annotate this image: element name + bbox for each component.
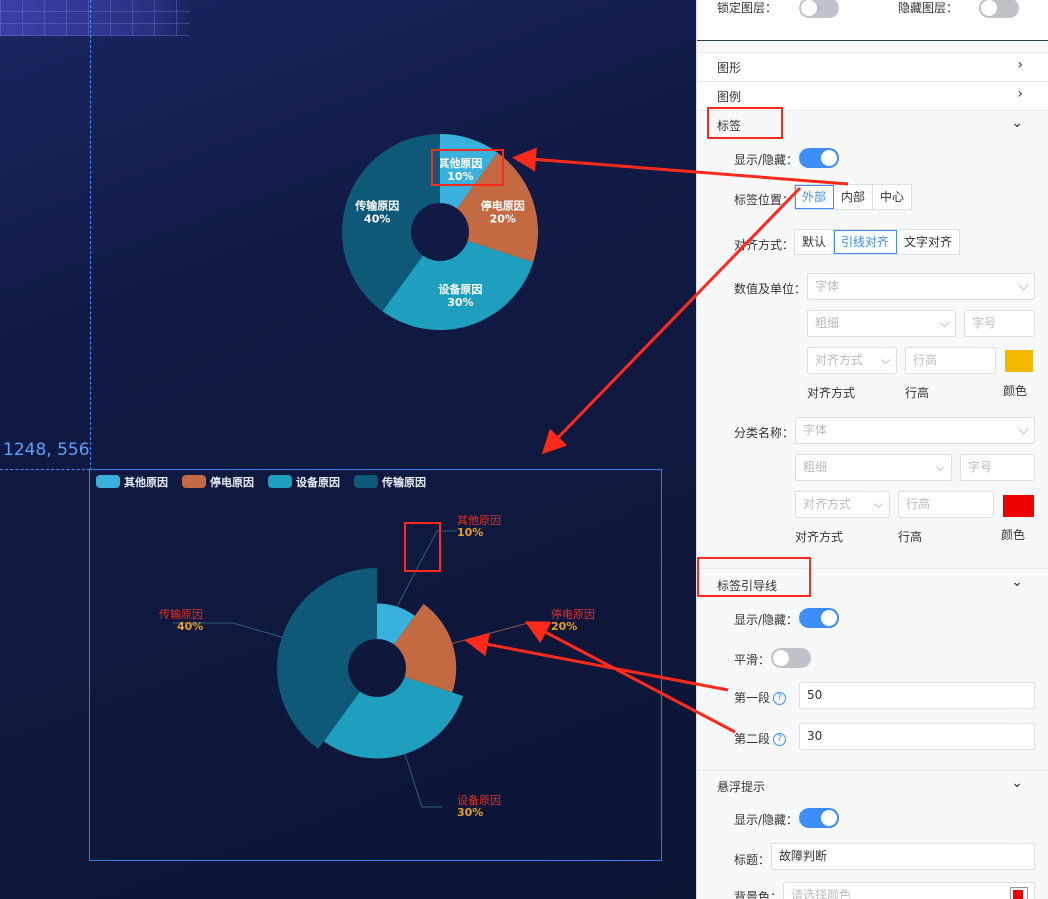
- rose-label-name: 停电原因: [551, 607, 595, 621]
- legend-swatch[interactable]: [182, 475, 206, 488]
- rose-label-value: 40%: [177, 620, 203, 633]
- value-weight-select[interactable]: 粗细 ⌵: [807, 310, 956, 337]
- chevron-right-icon: ›: [1017, 86, 1023, 102]
- rose-label-value: 30%: [457, 806, 483, 819]
- guide-show-toggle[interactable]: [799, 608, 839, 628]
- legend-item-label[interactable]: 设备原因: [296, 475, 340, 489]
- legend-swatch[interactable]: [354, 475, 378, 488]
- section-shape-title: 图形: [717, 61, 742, 75]
- annotation-box-guide-section: [697, 557, 811, 597]
- category-font-select[interactable]: 字体 ⌵: [795, 417, 1035, 444]
- align-default-option[interactable]: 默认: [795, 230, 835, 254]
- annotation-box-top-label: [431, 149, 504, 186]
- property-panel: 锁定图层： 隐藏图层： 图形 › 图例 › 标签 ⌄ 显示/隐藏： 标签位置： …: [696, 0, 1048, 899]
- rose-label-value: 20%: [551, 620, 577, 633]
- hide-layer-toggle[interactable]: [979, 0, 1019, 18]
- value-font-select[interactable]: 字体 ⌵: [807, 273, 1035, 300]
- value-line-height-input[interactable]: 行高: [905, 347, 996, 374]
- guide-second-segment-label: 第二段?: [734, 730, 787, 747]
- position-center-option[interactable]: 中心: [873, 185, 911, 209]
- hide-layer-label: 隐藏图层：: [898, 1, 959, 15]
- label-guide-line: [404, 753, 442, 808]
- legend-item-label[interactable]: 其他原因: [124, 475, 168, 489]
- lock-layer-label: 锁定图层：: [717, 1, 778, 15]
- section-legend-header[interactable]: 图例 ›: [697, 81, 1048, 110]
- category-color-swatch[interactable]: [1003, 495, 1034, 517]
- guide-first-segment-label: 第一段?: [734, 689, 787, 706]
- label-show-toggle[interactable]: [799, 148, 839, 168]
- chevron-down-icon: ⌄: [1011, 775, 1023, 791]
- guide-smooth-toggle[interactable]: [771, 648, 811, 668]
- rose-label-name: 传输原因: [159, 607, 203, 621]
- section-tooltip-header[interactable]: 悬浮提示 ⌄: [697, 770, 1048, 799]
- chevron-down-icon: ⌵: [1018, 423, 1028, 437]
- chevron-right-icon: ›: [1017, 57, 1023, 73]
- tooltip-show-toggle[interactable]: [799, 808, 839, 828]
- legend-swatch[interactable]: [96, 475, 120, 488]
- label-show-text: 显示/隐藏：: [734, 153, 799, 167]
- category-line-height-caption: 行高: [898, 530, 923, 544]
- category-size-input[interactable]: 字号: [960, 454, 1035, 481]
- value-align-select[interactable]: 对齐方式 ⌵: [807, 347, 897, 374]
- label-position-segmented: 外部 内部 中心: [794, 184, 913, 210]
- chevron-down-icon: ⌵: [935, 460, 945, 474]
- category-name-text: 分类名称：: [734, 426, 795, 440]
- value-line-height-caption: 行高: [905, 386, 930, 400]
- guide-show-text: 显示/隐藏：: [734, 613, 799, 627]
- position-outside-option[interactable]: 外部: [795, 185, 835, 209]
- value-unit-text: 数值及单位：: [734, 282, 807, 296]
- align-guideline-option[interactable]: 引线对齐: [834, 230, 898, 254]
- rose-label-value: 10%: [457, 526, 483, 539]
- align-text-option[interactable]: 文字对齐: [897, 230, 959, 254]
- value-size-input[interactable]: 字号: [964, 310, 1035, 337]
- legend-swatch[interactable]: [268, 475, 292, 488]
- category-line-height-input[interactable]: 行高: [898, 491, 994, 518]
- guide-smooth-text: 平滑：: [734, 653, 771, 667]
- tooltip-bg-color-swatch[interactable]: [1010, 887, 1028, 899]
- align-mode-segmented: 默认 引线对齐 文字对齐: [794, 229, 961, 255]
- category-align-caption: 对齐方式: [795, 530, 844, 544]
- legend-item-label[interactable]: 传输原因: [381, 475, 426, 489]
- rose-label-name: 设备原因: [457, 793, 501, 807]
- chevron-down-icon: ⌄: [1011, 115, 1023, 131]
- align-mode-text: 对齐方式：: [734, 238, 795, 252]
- guide-second-segment-input[interactable]: 30: [799, 723, 1035, 750]
- category-align-select[interactable]: 对齐方式 ⌵: [795, 491, 890, 518]
- value-color-caption: 颜色: [1003, 384, 1028, 398]
- tooltip-show-text: 显示/隐藏：: [734, 813, 799, 827]
- layer-options-bar: 锁定图层： 隐藏图层：: [697, 0, 1048, 41]
- question-circle-icon: ?: [773, 692, 787, 705]
- chevron-down-icon: ⌵: [1018, 279, 1028, 293]
- annotation-box-guide-line: [404, 522, 441, 572]
- section-shape-header[interactable]: 图形 ›: [697, 52, 1048, 81]
- section-tooltip-title: 悬浮提示: [717, 780, 766, 794]
- chevron-down-icon: ⌵: [880, 353, 890, 367]
- tooltip-title-input[interactable]: 故障判断: [771, 843, 1035, 870]
- lock-layer-toggle[interactable]: [799, 0, 839, 18]
- category-weight-select[interactable]: 粗细 ⌵: [795, 454, 952, 481]
- label-position-text: 标签位置：: [734, 193, 795, 207]
- position-inside-option[interactable]: 内部: [834, 185, 874, 209]
- chevron-down-icon: ⌵: [873, 497, 883, 511]
- value-color-swatch[interactable]: [1005, 350, 1033, 372]
- tooltip-title-text: 标题：: [734, 853, 771, 867]
- category-color-caption: 颜色: [1001, 528, 1026, 542]
- tooltip-bg-color-input[interactable]: 请选择颜色: [783, 882, 1035, 899]
- question-circle-icon: ?: [773, 733, 787, 746]
- chevron-down-icon: ⌄: [1011, 574, 1023, 590]
- annotation-box-label-section: [707, 107, 783, 139]
- label-guide-line: [452, 622, 548, 645]
- tooltip-bg-text: 背景色：: [734, 890, 783, 899]
- value-align-caption: 对齐方式: [807, 386, 856, 400]
- section-legend-title: 图例: [717, 90, 742, 104]
- chevron-down-icon: ⌵: [939, 316, 949, 330]
- legend-item-label[interactable]: 停电原因: [210, 475, 254, 489]
- design-canvas[interactable]: 1248, 556 其他原因 10% 停电原因 20% 设备原因 30% 传输原因 40% 其…: [0, 0, 696, 899]
- bottom-rose-chart[interactable]: 其他原因 停电原因 设备原因 传输原因其他原因10%停电原因20%设备原因30%传输原…: [0, 0, 696, 899]
- guide-first-segment-input[interactable]: 50: [799, 682, 1035, 709]
